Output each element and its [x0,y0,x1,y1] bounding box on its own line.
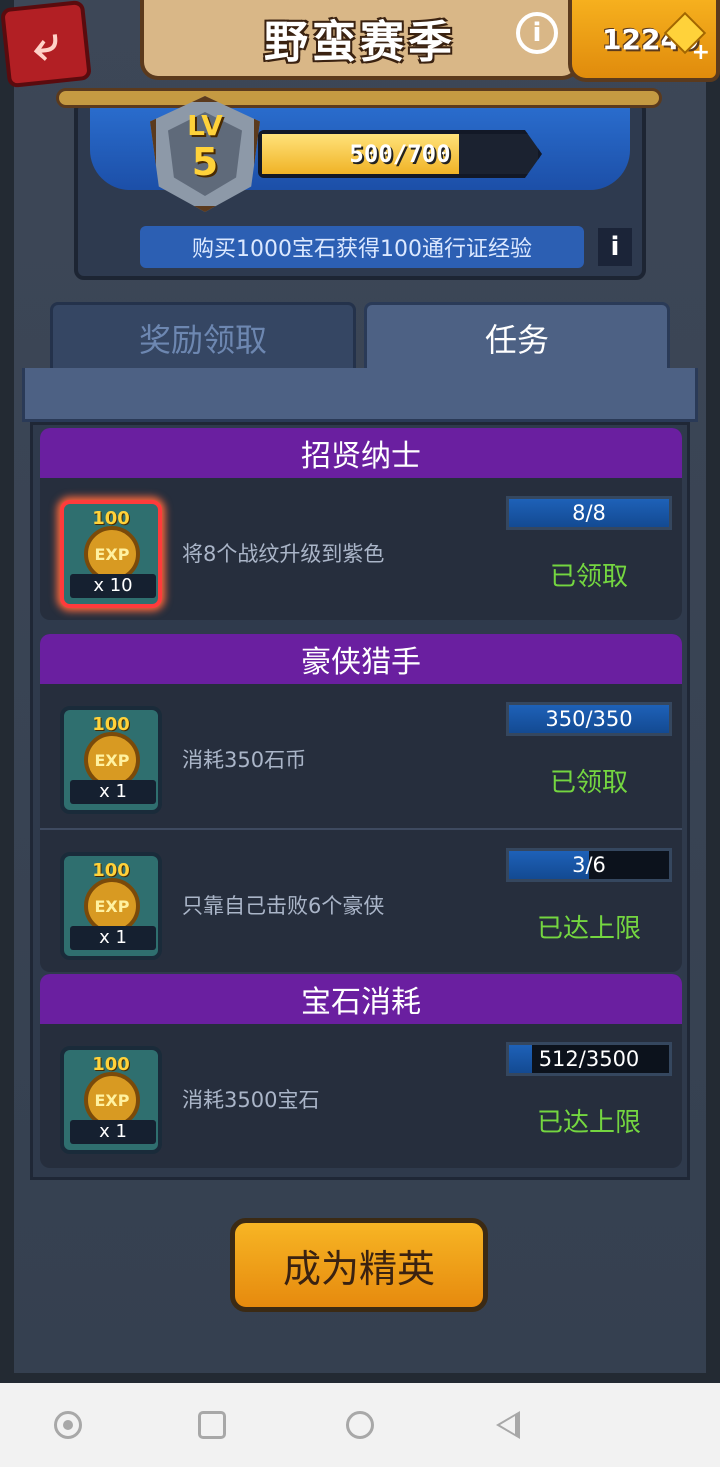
task-row: 100 EXP x 1 消耗350石币 350/350 已领取 [40,684,682,828]
task-progress-text: 8/8 [572,501,606,525]
level-number: 5 [191,140,219,184]
nav-home-icon[interactable] [346,1411,374,1439]
section-title: 宝石消耗 [40,974,682,1024]
task-status: 已领取 [549,562,628,592]
reward-quantity: x 1 [70,926,156,950]
task-section: 宝石消耗 100 EXP x 1 消耗3500宝石 512/3500 已达上限 [40,974,682,1168]
task-progress-bar: 350/350 [506,702,672,736]
page-title: 野蛮赛季 [264,17,456,68]
task-description: 消耗350石币 [182,748,307,772]
task-progress-bar: 3/6 [506,848,672,882]
reward-quantity: x 10 [70,574,156,598]
reward-card[interactable]: 100 EXP x 1 [60,1046,162,1154]
reward-card[interactable]: 100 EXP x 1 [60,852,162,960]
add-gems-icon: + [691,40,710,65]
reward-card[interactable]: 100 EXP x 1 [60,706,162,814]
back-arrow-icon: ⤶ [30,14,62,72]
task-section: 豪侠猎手 100 EXP x 1 消耗350石币 350/350 已领取 100… [40,634,682,972]
task-row: 100 EXP x 1 只靠自己击败6个豪侠 3/6 已达上限 [40,828,682,972]
task-status: 已达上限 [536,914,641,944]
gem-balance-button[interactable]: 12249 + [568,0,720,82]
xp-progress-bar: 500/700 [258,130,542,178]
promo-info-button[interactable]: i [598,228,632,266]
tab-content-header [22,368,698,422]
task-row: 100 EXP x 1 消耗3500宝石 512/3500 已达上限 [40,1024,682,1168]
task-progress-text: 3/6 [572,853,606,877]
promo-text: 购买1000宝石获得100通行证经验 [192,237,532,262]
level-label: LV [187,109,223,142]
section-title: 豪侠猎手 [40,634,682,684]
reward-quantity: x 1 [70,780,156,804]
nav-recents-icon[interactable] [198,1411,226,1439]
section-title: 招贤纳士 [40,428,682,478]
become-elite-button[interactable]: 成为精英 [230,1218,488,1312]
task-description: 消耗3500宝石 [182,1088,320,1112]
task-description: 只靠自己击败6个豪侠 [182,894,385,918]
reward-card[interactable]: 100 EXP x 10 [60,500,162,608]
task-section: 招贤纳士 100 EXP x 10 将8个战纹升级到紫色 8/8 已领取 [40,428,682,620]
task-progress-bar: 8/8 [506,496,672,530]
task-status: 已领取 [549,768,628,798]
title-banner: 野蛮赛季 [140,0,580,80]
xp-progress-text: 500/700 [349,140,451,168]
tab-tasks[interactable]: 任务 [364,302,670,370]
task-progress-bar: 512/3500 [506,1042,672,1076]
nav-dot-icon[interactable] [54,1411,82,1439]
info-circle-icon[interactable]: i [516,12,558,54]
system-nav-bar [0,1383,720,1467]
back-button[interactable]: ⤶ [0,0,92,89]
task-status: 已达上限 [536,1108,641,1138]
task-progress-text: 512/3500 [538,1047,640,1071]
tab-rewards[interactable]: 奖励领取 [50,302,356,370]
nav-back-icon[interactable] [496,1411,520,1439]
task-description: 将8个战纹升级到紫色 [182,542,385,566]
banner-rod [56,88,662,108]
task-progress-text: 350/350 [545,707,633,731]
task-row: 100 EXP x 10 将8个战纹升级到紫色 8/8 已领取 [40,478,682,620]
reward-quantity: x 1 [70,1120,156,1144]
promo-strip: 购买1000宝石获得100通行证经验 [140,226,584,268]
